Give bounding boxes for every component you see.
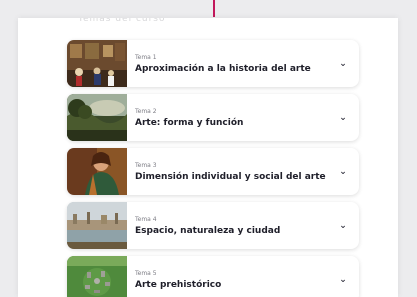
topic-number: Tema 1 (135, 53, 157, 61)
topic-title: Espacio, naturaleza y ciudad (135, 225, 281, 236)
topic-card-4[interactable]: Tema 4 Espacio, naturaleza y ciudad ⌄ (67, 202, 359, 249)
scroll-indicator (213, 0, 215, 17)
topic-card-2[interactable]: Tema 2 Arte: forma y función ⌄ (67, 94, 359, 141)
chevron-down-icon[interactable]: ⌄ (333, 59, 353, 69)
topic-card-1[interactable]: Tema 1 Aproximación a la historia del ar… (67, 40, 359, 87)
topic-title: Arte: forma y función (135, 117, 244, 128)
topic-number: Tema 5 (135, 269, 157, 277)
topic-card-5[interactable]: Tema 5 Arte prehistórico ⌄ (67, 256, 359, 297)
thumbnail-gallery-painting (67, 40, 127, 87)
topic-title: Aproximación a la historia del arte (135, 63, 311, 74)
course-topics-panel: Temas del curso Tema 1 Aproximación a la… (18, 18, 398, 297)
thumbnail-portrait-painting (67, 148, 127, 195)
thumbnail-stonehenge-photo (67, 256, 127, 297)
section-heading: Temas del curso (78, 18, 166, 24)
chevron-down-icon[interactable]: ⌄ (333, 113, 353, 123)
chevron-down-icon[interactable]: ⌄ (333, 275, 353, 285)
topic-list: Tema 1 Aproximación a la historia del ar… (67, 40, 359, 297)
topic-title: Arte prehistórico (135, 279, 222, 290)
topic-card-3[interactable]: Tema 3 Dimensión individual y social del… (67, 148, 359, 195)
topic-number: Tema 4 (135, 215, 157, 223)
thumbnail-landscape-painting (67, 94, 127, 141)
topic-number: Tema 3 (135, 161, 157, 169)
chevron-down-icon[interactable]: ⌄ (333, 167, 353, 177)
chevron-down-icon[interactable]: ⌄ (333, 221, 353, 231)
thumbnail-cityscape-painting (67, 202, 127, 249)
topic-title: Dimensión individual y social del arte (135, 171, 326, 182)
topic-number: Tema 2 (135, 107, 157, 115)
